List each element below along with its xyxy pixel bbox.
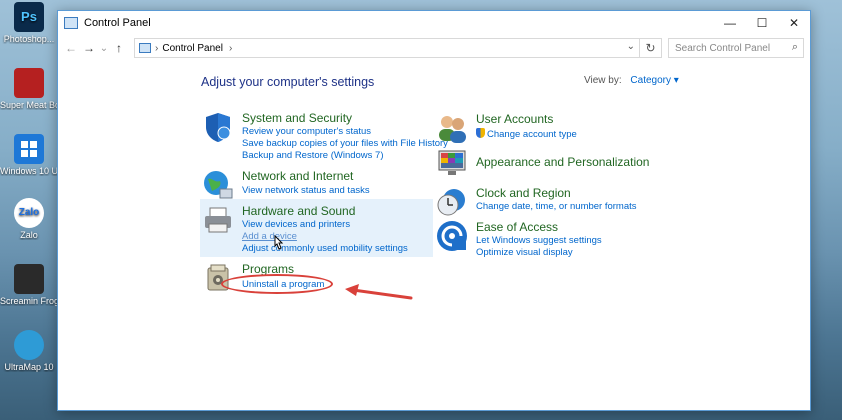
desktop-icon-photoshop[interactable]: Ps Photoshop... xyxy=(0,2,58,44)
display-icon xyxy=(438,150,466,175)
category-appearance-and-personalization: Appearance and Personalization xyxy=(436,147,696,177)
super-meat-boy-icon xyxy=(14,68,44,98)
category-link[interactable]: View network status and tasks xyxy=(242,185,370,196)
category-title[interactable]: User Accounts xyxy=(476,112,553,126)
category-title[interactable]: Clock and Region xyxy=(476,186,571,200)
category-link[interactable]: View devices and printers xyxy=(242,219,350,230)
zalo-icon: Zalo xyxy=(14,198,44,228)
desktop-icon-screamin-frog[interactable]: Screamin Frog SEO... xyxy=(0,264,58,306)
desktop-icon-ultramap[interactable]: UltraMap 10 xyxy=(0,330,58,372)
address-bar[interactable]: › Control Panel › ⌄ xyxy=(134,38,640,58)
desktop-icon-windows-update[interactable]: Windows 10 Update As... xyxy=(0,134,58,176)
category-link[interactable]: Review your computer's status xyxy=(242,126,371,137)
address-row: ← → ⌄ ↑ › Control Panel › ⌄ ↻ Search Con… xyxy=(58,35,810,61)
category-clock-and-region: Clock and Region Change date, time, or n… xyxy=(436,186,696,216)
category-link[interactable]: Change date, time, or number formats xyxy=(476,201,637,212)
view-by-label: View by: xyxy=(584,75,622,86)
breadcrumb-control-panel[interactable]: Control Panel xyxy=(162,43,223,54)
globe-network-icon xyxy=(204,171,233,199)
address-dropdown-icon[interactable]: ⌄ xyxy=(627,41,635,52)
category-link[interactable]: Add a device xyxy=(242,231,297,242)
desktop-icon-label: UltraMap 10 xyxy=(4,362,54,372)
category-link[interactable]: Change account type xyxy=(476,128,577,140)
ease-of-access-icon xyxy=(437,221,467,251)
control-panel-icon xyxy=(64,17,78,29)
breadcrumb-arrow[interactable]: › xyxy=(229,43,232,54)
category-ease-of-access: Ease of Access Let Windows suggest setti… xyxy=(436,220,696,262)
back-button[interactable]: ← xyxy=(62,41,80,55)
desktop-icon-label: Photoshop... xyxy=(3,34,55,44)
category-link[interactable]: Adjust commonly used mobility settings xyxy=(242,243,408,254)
category-title[interactable]: Network and Internet xyxy=(242,169,353,183)
close-button[interactable]: ✕ xyxy=(778,11,810,35)
search-icon[interactable]: ⌕ xyxy=(792,41,798,54)
desktop-icon-label: Zalo xyxy=(20,230,38,240)
category-system-and-security: System and Security Review your computer… xyxy=(202,111,448,163)
photoshop-icon: Ps xyxy=(14,2,44,32)
windows-logo-icon xyxy=(14,134,44,164)
uac-shield-icon xyxy=(476,128,485,138)
screamin-frog-icon xyxy=(14,264,44,294)
category-network-and-internet: Network and Internet View network status… xyxy=(202,169,442,199)
desktop-icon-label: Super Meat Boy xyxy=(0,100,58,110)
category-link[interactable]: Save backup copies of your files with Fi… xyxy=(242,138,448,149)
search-input[interactable]: Search Control Panel ⌕ xyxy=(668,38,804,58)
window-title: Control Panel xyxy=(84,17,151,29)
recent-locations-button[interactable]: ⌄ xyxy=(98,43,110,54)
ultramap-icon xyxy=(14,330,44,360)
users-icon xyxy=(439,116,466,143)
breadcrumb-separator: › xyxy=(155,42,159,54)
search-placeholder: Search Control Panel xyxy=(675,42,771,54)
category-title[interactable]: Hardware and Sound xyxy=(242,204,355,218)
category-title[interactable]: System and Security xyxy=(242,111,352,125)
desktop-icon-zalo[interactable]: Zalo Zalo xyxy=(0,198,58,240)
desktop-icon-super-meat-boy[interactable]: Super Meat Boy xyxy=(0,68,58,110)
mouse-pointer-icon xyxy=(274,235,284,250)
refresh-button[interactable]: ↻ xyxy=(640,38,662,58)
category-link[interactable]: Backup and Restore (Windows 7) xyxy=(242,150,384,161)
page-title: Adjust your computer's settings xyxy=(201,75,375,89)
printer-icon xyxy=(205,207,231,233)
control-panel-window: Control Panel — ☐ ✕ ← → ⌄ ↑ › Control Pa… xyxy=(57,10,811,411)
category-link[interactable]: Optimize visual display xyxy=(476,247,573,258)
category-user-accounts: User Accounts Change account type xyxy=(436,112,696,143)
title-bar: Control Panel — ☐ ✕ xyxy=(58,11,810,35)
category-link[interactable]: Let Windows suggest settings xyxy=(476,235,602,246)
clock-icon xyxy=(437,189,465,216)
up-button[interactable]: ↑ xyxy=(110,41,128,55)
shield-icon xyxy=(206,113,231,142)
view-by: View by: Category ▾ xyxy=(584,75,679,86)
category-hardware-and-sound: Hardware and Sound View devices and prin… xyxy=(202,204,442,256)
desktop-icon-label: Windows 10 Update As... xyxy=(0,166,58,176)
annotation-arrow-icon xyxy=(345,284,413,300)
desktop-icon-label: Screamin Frog SEO... xyxy=(0,296,58,306)
forward-button[interactable]: → xyxy=(80,41,98,55)
view-by-dropdown[interactable]: Category ▾ xyxy=(630,75,678,86)
annotation-ellipse xyxy=(221,274,333,294)
category-title[interactable]: Ease of Access xyxy=(476,220,558,234)
category-link-label: Change account type xyxy=(487,129,577,140)
maximize-button[interactable]: ☐ xyxy=(746,11,778,35)
category-title[interactable]: Appearance and Personalization xyxy=(476,155,649,169)
minimize-button[interactable]: — xyxy=(714,11,746,35)
control-panel-icon xyxy=(139,43,151,53)
